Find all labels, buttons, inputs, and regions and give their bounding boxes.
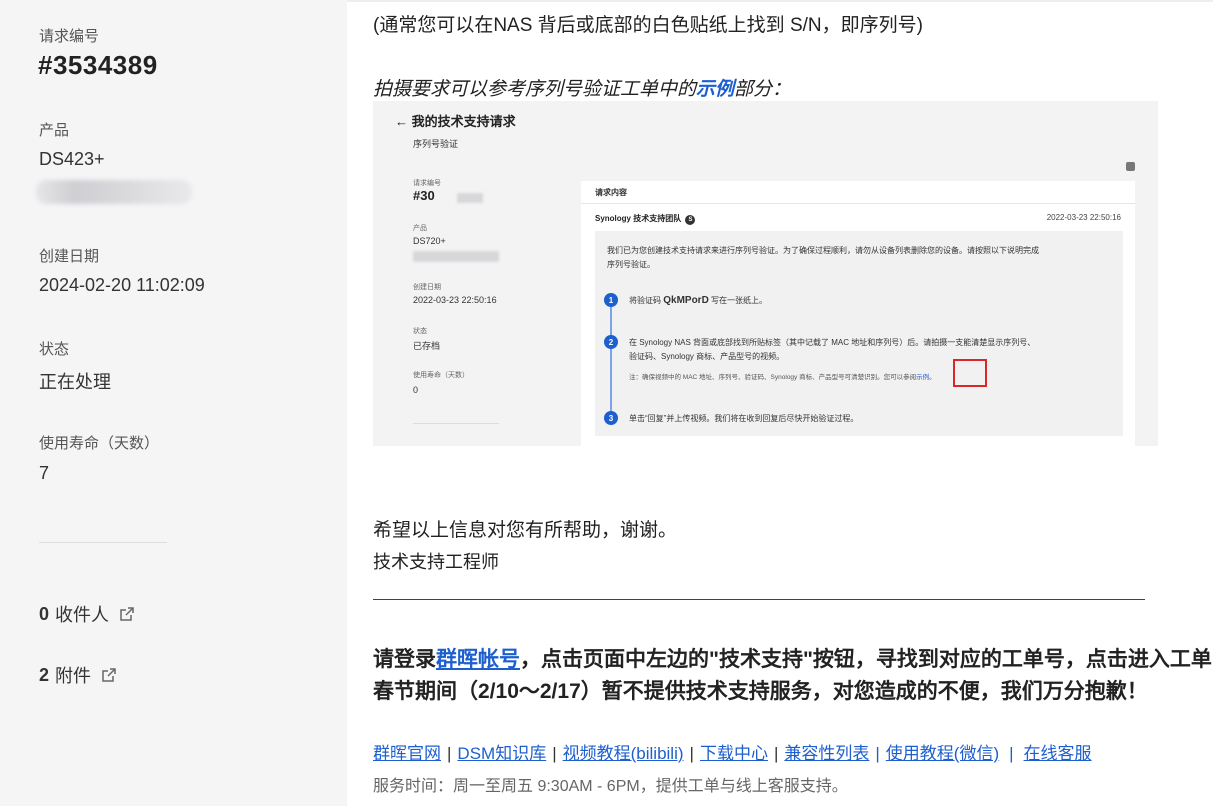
example-screenshot-image: ← 我的技术支持请求 序列号验证 请求编号 #30 产品 DS720+ 创建日期… (373, 101, 1158, 446)
example-team-badge-icon: S (685, 215, 696, 225)
example-step2-note-text: 注：确保视频中的 MAC 地址、序列号、验证码、Synology 商标、产品型号… (629, 374, 917, 381)
example-left-divider (413, 423, 499, 424)
example-ticket-value: #30 (413, 188, 435, 203)
example-product-value: DS720+ (413, 236, 446, 246)
footer-link-dsm-kb[interactable]: DSM知识库 (457, 744, 546, 763)
holiday-notice: 春节期间（2/10～2/17）暂不提供技术支持服务，对您造成的不便，我们万分抱歉… (373, 680, 1148, 703)
example-highlight-box (953, 359, 987, 387)
signature-text: 技术支持工程师 (373, 552, 499, 572)
login-instruction: 请登录群晖帐号，点击页面中左边的"技术支持"按钮，寻找到对应的工单号，点击进入工… (373, 643, 1212, 673)
footer-link-wechat-tutorials[interactable]: 使用教程(微信) (886, 744, 999, 763)
message-content: (通常您可以在NAS 背后或底部的白色贴纸上找到 S/N，即序列号) 拍摄要求可… (347, 0, 1213, 806)
example-step2-line1: 在 Synology NAS 背面或底部找到所贴标签（其中记载了 MAC 地址和… (629, 338, 1036, 347)
footer-separator: | (447, 744, 452, 763)
closing-text: 希望以上信息对您有所帮助，谢谢。 (373, 520, 678, 541)
example-corner-icon (1126, 162, 1135, 171)
ticket-number: #3534389 (38, 50, 158, 80)
example-serial-redacted (413, 251, 499, 262)
example-link[interactable]: 示例 (696, 79, 734, 100)
example-card-header: 请求内容 (581, 181, 1135, 204)
attachments-link[interactable]: 2 附件 (39, 662, 117, 688)
ticket-number-label: 请求编号 (39, 28, 100, 45)
footer-link-video-tutorials[interactable]: 视频教程(bilibili) (563, 744, 684, 763)
example-intro-line1: 我们已为您创建技术支持请求来进行序列号验证。为了确保过程顺利，请勿从设备列表删除… (607, 246, 1039, 255)
example-step2-note: 注：确保视频中的 MAC 地址、序列号、验证码、Synology 商标、产品型号… (629, 371, 936, 381)
synology-account-link[interactable]: 群晖帐号 (436, 648, 520, 671)
example-created-label: 创建日期 (413, 284, 441, 291)
example-step1-badge: 1 (604, 293, 618, 307)
product-value: DS423+ (39, 149, 105, 169)
footer-link-official-site[interactable]: 群晖官网 (373, 744, 441, 763)
example-lifetime-label: 使用寿命（天数） (413, 372, 469, 379)
example-step1-suffix: 写在一张纸上。 (708, 296, 768, 305)
example-status-value: 已存档 (413, 341, 441, 351)
login-prefix: 请登录 (373, 648, 436, 671)
created-date-value: 2024-02-20 11:02:09 (39, 275, 205, 295)
example-step3-badge: 3 (604, 411, 618, 425)
recipients-label: 收件人 (55, 605, 110, 625)
status-label: 状态 (39, 341, 70, 358)
recipients-link[interactable]: 0 收件人 (39, 601, 135, 627)
example-product-label: 产品 (413, 225, 427, 232)
example-intro-line2: 序列号验证。 (607, 260, 655, 269)
example-ticket-redacted (457, 193, 483, 203)
lifetime-value: 7 (39, 463, 50, 483)
example-card-header-label: 请求内容 (595, 188, 627, 197)
example-created-value: 2022-03-23 22:50:16 (413, 295, 497, 305)
example-lifetime-value: 0 (413, 385, 419, 395)
external-link-icon[interactable] (101, 667, 117, 683)
lifetime-label: 使用寿命（天数） (39, 435, 160, 452)
status-value: 正在处理 (39, 372, 111, 392)
example-step-line (610, 303, 612, 421)
example-date: 2022-03-23 22:50:16 (1046, 213, 1121, 222)
photo-req-suffix: 部分： (734, 79, 792, 100)
example-team-row: Synology 技术支持团队 S (595, 213, 696, 225)
footer-links: 群晖官网 | DSM知识库 | 视频教程(bilibili) | 下载中心 | 兼容性列表 | 使用… (373, 739, 1092, 764)
footer-separator: | (773, 744, 779, 763)
example-status-label: 状态 (413, 328, 427, 335)
example-message-body: 我们已为您创建技术支持请求来进行序列号验证。为了确保过程顺利，请勿从设备列表删除… (595, 231, 1123, 436)
service-hours: 服务时间：周一至周五 9:30AM - 6PM，提供工单与线上客服支持。 (373, 778, 848, 795)
example-ticket-label: 请求编号 (413, 180, 441, 187)
example-step2-line2: 验证码、Synology 商标、产品型号的视频。 (629, 352, 785, 361)
redacted-serial (36, 180, 192, 204)
example-step3-text: 单击“回复”并上传视频。我们将在收到回复后尽快开始验证过程。 (629, 414, 859, 423)
example-step2-note-link: 示例。 (916, 374, 936, 381)
example-back-title: ← 我的技术支持请求 (395, 114, 516, 129)
ticket-info-sidebar: 请求编号 #3534389 产品 DS423+ 创建日期 2024-02-20 … (0, 0, 347, 806)
login-suffix: ，点击页面中左边的"技术支持"按钮，寻找到对应的工单号，点击进入工单 (520, 648, 1212, 671)
example-subtitle: 序列号验证 (413, 139, 459, 149)
example-step1-text: 将验证码 QkMPorD 写在一张纸上。 (629, 295, 767, 306)
sidebar-divider (39, 542, 167, 543)
sn-hint-text: (通常您可以在NAS 背后或底部的白色贴纸上找到 S/N，即序列号) (373, 15, 923, 36)
created-date-label: 创建日期 (39, 248, 100, 265)
footer-separator: | (689, 744, 694, 763)
footer-link-online-support[interactable]: 在线客服 (1024, 744, 1092, 763)
footer-separator: | (1009, 744, 1014, 763)
external-link-icon[interactable] (119, 606, 135, 622)
recipients-count: 0 (39, 603, 50, 624)
footer-link-compatibility-list[interactable]: 兼容性列表 (784, 744, 869, 763)
product-label: 产品 (39, 122, 70, 139)
footer-separator: | (552, 744, 557, 763)
message-separator (373, 599, 1145, 600)
attachments-label: 附件 (55, 666, 92, 686)
photo-requirement-text: 拍摄要求可以参考序列号验证工单中的示例部分： (373, 74, 791, 101)
footer-link-download-center[interactable]: 下载中心 (700, 744, 768, 763)
example-team-name: Synology 技术支持团队 (595, 214, 682, 223)
example-step2-badge: 2 (604, 335, 618, 349)
example-verification-code: QkMPorD (663, 295, 709, 306)
example-request-card: 请求内容 Synology 技术支持团队 S 2022-03-23 22:50:… (581, 181, 1135, 446)
footer-separator: | (875, 744, 880, 763)
example-step1-prefix: 将验证码 (629, 296, 664, 305)
attachments-count: 2 (39, 664, 50, 685)
top-divider (347, 0, 1213, 2)
photo-req-prefix: 拍摄要求可以参考序列号验证工单中的 (373, 79, 697, 100)
